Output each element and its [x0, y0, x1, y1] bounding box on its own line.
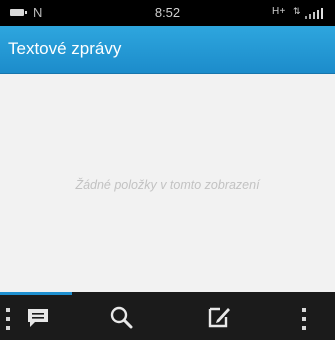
title-bar: Textové zprávy — [0, 26, 335, 74]
network-type: H+ — [272, 6, 286, 17]
message-icon — [28, 309, 48, 327]
page-title: Textové zprávy — [8, 39, 122, 58]
message-list[interactable]: Žádné položky v tomto zobrazení — [0, 74, 335, 292]
messages-button[interactable] — [0, 296, 72, 340]
compose-icon — [208, 307, 230, 328]
active-tab-indicator — [0, 292, 72, 295]
screen: N 8:52 H+ ⇅ Textové zprávy Žádné položky… — [0, 0, 335, 340]
signal-icon — [305, 8, 323, 19]
search-icon — [110, 306, 133, 329]
overflow-menu-button[interactable] — [285, 296, 325, 340]
compose-button[interactable] — [186, 296, 246, 340]
search-button[interactable] — [90, 296, 150, 340]
status-bar: N 8:52 H+ ⇅ — [0, 0, 335, 26]
data-transfer-icon: ⇅ — [293, 6, 301, 16]
empty-state-message: Žádné položky v tomto zobrazení — [75, 178, 260, 192]
overflow-menu-icon — [302, 308, 306, 330]
side-menu-icon[interactable] — [6, 308, 10, 330]
